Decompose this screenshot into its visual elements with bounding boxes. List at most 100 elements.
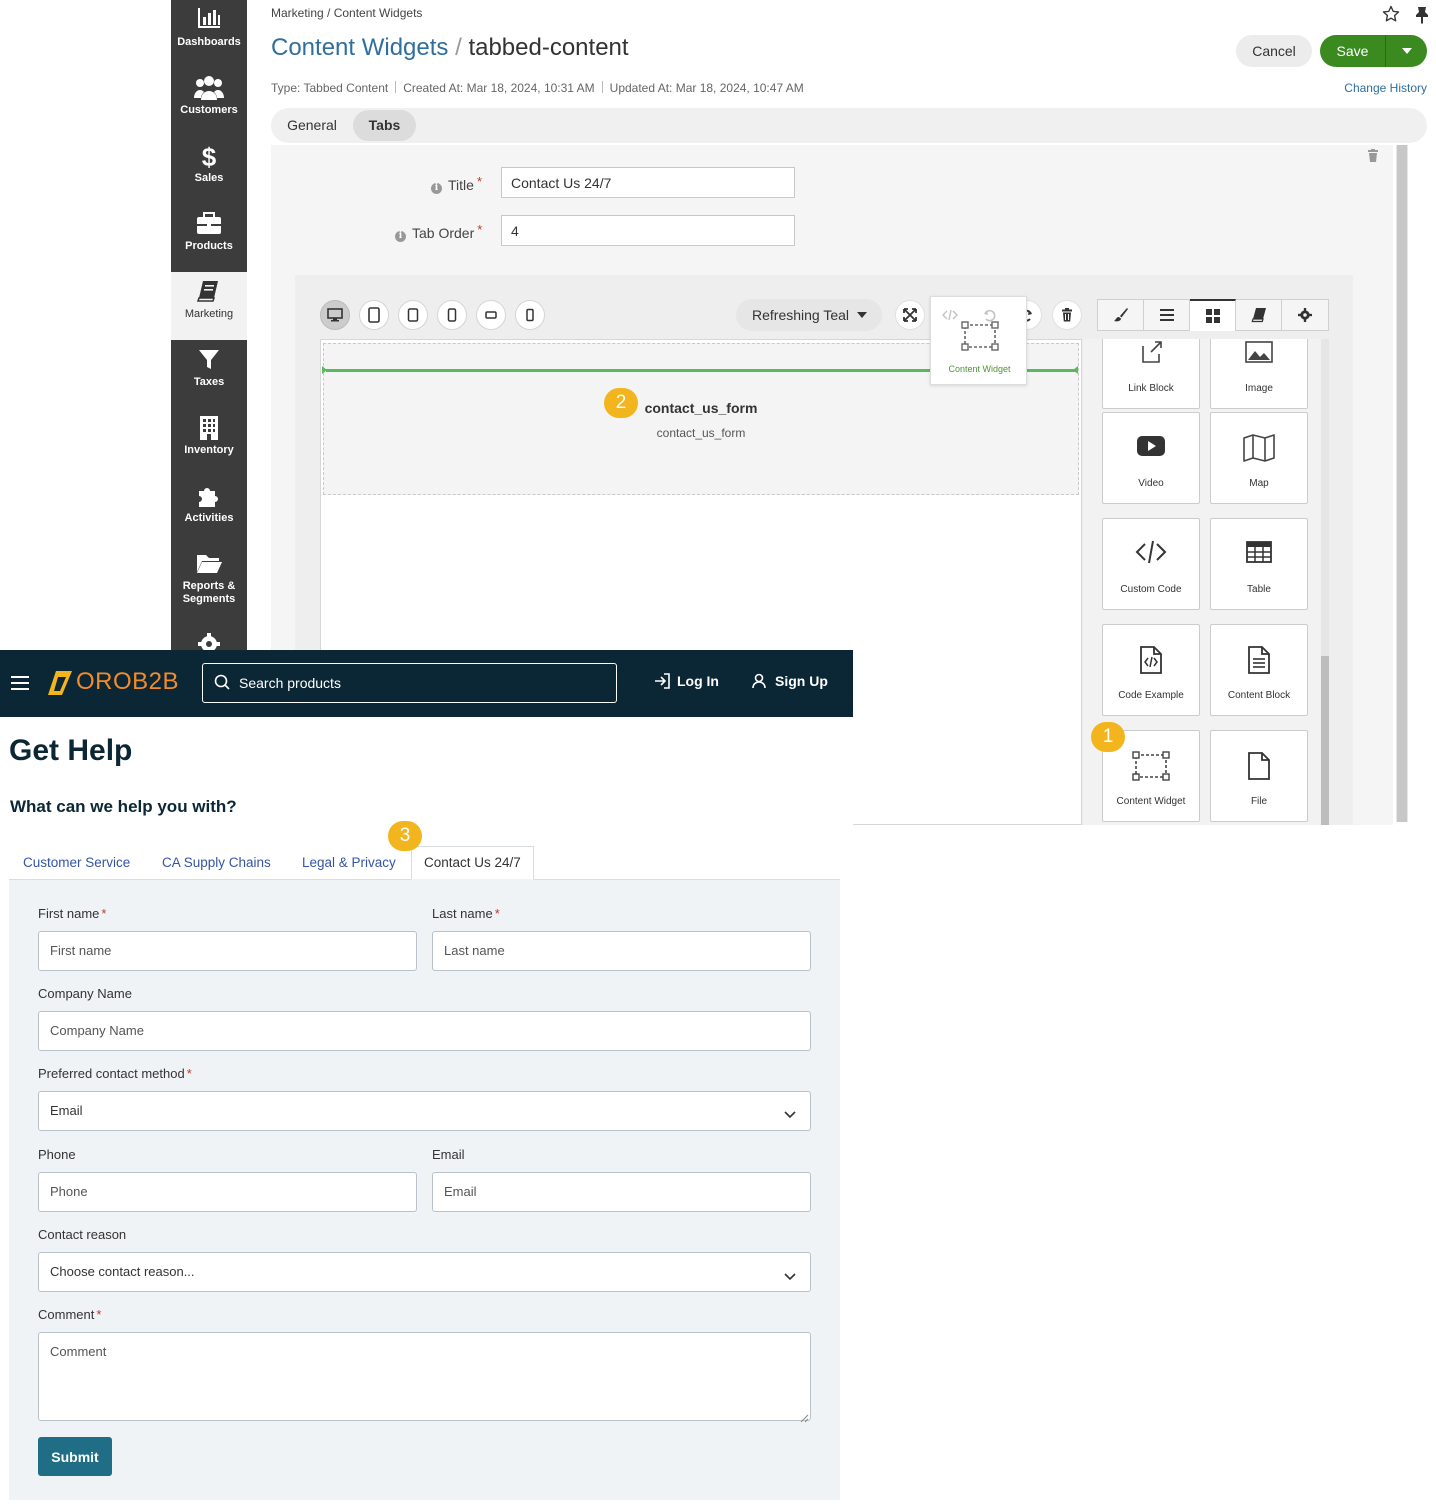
last-name-input[interactable]: Last name [432, 931, 811, 971]
sidebar-item-dashboards[interactable]: Dashboards [171, 0, 247, 68]
brush-icon [1113, 308, 1128, 322]
block-video[interactable]: Video [1102, 412, 1200, 504]
sidebar-item-sales[interactable]: $ Sales [171, 136, 247, 204]
fullscreen-button[interactable] [895, 300, 925, 330]
caret-down-icon [857, 312, 867, 318]
contact-method-select[interactable]: Email [38, 1091, 811, 1131]
info-icon[interactable]: i [395, 231, 406, 242]
content-widget-subtitle: contact_us_form [656, 426, 746, 440]
settings-list-tab[interactable] [1144, 299, 1190, 331]
code-icon [942, 309, 958, 321]
sidebar-item-label: Segments [182, 593, 236, 605]
block-code-example[interactable]: Code Example [1102, 624, 1200, 716]
gear-icon [171, 632, 247, 650]
page-subheading: What can we help you with? [10, 797, 237, 816]
device-tablet-button[interactable] [398, 300, 428, 330]
sidebar-item-reports[interactable]: Reports & Segments [171, 544, 247, 624]
trait-settings-tab[interactable] [1282, 299, 1328, 331]
remove-tab-trash-icon[interactable] [1367, 149, 1379, 167]
book-icon [1251, 308, 1266, 323]
tablet-icon [407, 308, 419, 322]
submit-button[interactable]: Submit [38, 1437, 112, 1476]
folder-icon [171, 550, 247, 580]
phone-input[interactable]: Phone [38, 1172, 417, 1212]
sidebar-item-activities[interactable]: Activities [171, 476, 247, 544]
device-desktop-button[interactable] [320, 300, 350, 330]
sidebar-item-label: Dashboards [177, 36, 241, 48]
cancel-button[interactable]: Cancel [1236, 35, 1312, 67]
contact-reason-select[interactable]: Choose contact reason... [38, 1252, 811, 1292]
admin-sidebar: Dashboards Customers $ Sales Products Ma… [171, 0, 247, 650]
block-file[interactable]: File [1210, 730, 1308, 822]
device-tablet-landscape-button[interactable] [359, 300, 389, 330]
meta-updated: Updated At: Mar 18, 2024, 10:47 AM [609, 81, 804, 95]
building-icon [171, 414, 247, 444]
meta-type: Type: Tabbed Content [271, 81, 389, 95]
list-icon [1159, 309, 1174, 321]
clear-canvas-button[interactable] [1052, 300, 1082, 330]
sidebar-item-label: Customers [180, 104, 238, 116]
tab-contact-us[interactable]: Contact Us 24/7 [411, 846, 534, 880]
sidebar-item-label: Taxes [193, 376, 225, 388]
page-scrollbar-thumb[interactable] [1397, 145, 1407, 822]
puzzle-icon [171, 482, 247, 512]
email-input[interactable]: Email [432, 1172, 811, 1212]
sidebar-item-inventory[interactable]: Inventory [171, 408, 247, 476]
blocks-scrollbar-thumb[interactable] [1321, 656, 1329, 825]
page-title-link[interactable]: Content Widgets [271, 34, 448, 61]
layer-manager-tab[interactable] [1236, 299, 1282, 331]
hamburger-menu-icon[interactable] [11, 676, 29, 678]
sidebar-item-marketing[interactable]: Marketing [171, 272, 247, 340]
table-icon [1211, 539, 1307, 570]
comment-textarea[interactable]: Comment [38, 1332, 811, 1421]
gear-icon [1298, 308, 1312, 322]
block-custom-code[interactable]: Custom Code [1102, 518, 1200, 610]
tab-ca-supply-chains[interactable]: CA Supply Chains [162, 847, 271, 879]
page-tabbar [271, 108, 1427, 143]
block-link-block[interactable]: Link Block [1102, 339, 1200, 409]
title-input[interactable] [501, 167, 795, 198]
pin-icon[interactable] [1415, 6, 1429, 29]
title-label: i Title * [431, 174, 482, 194]
sidebar-item-system[interactable] [171, 624, 247, 650]
drop-placeholder-arrow-right [1073, 366, 1078, 374]
search-input[interactable]: Search products [202, 663, 617, 703]
page-title: Content Widgets / tabbed-content [271, 34, 629, 62]
change-history-link[interactable]: Change History [1300, 81, 1427, 95]
block-table[interactable]: Table [1210, 518, 1308, 610]
tab-customer-service[interactable]: Customer Service [23, 847, 130, 879]
info-icon[interactable]: i [431, 183, 442, 194]
first-name-input[interactable]: First name [38, 931, 417, 971]
save-dropdown-button[interactable] [1385, 35, 1427, 67]
block-content-block[interactable]: Content Block [1210, 624, 1308, 716]
sidebar-item-taxes[interactable]: Taxes [171, 340, 247, 408]
signup-link[interactable]: Sign Up [751, 673, 828, 689]
orob2b-logo-icon[interactable] [46, 669, 74, 702]
storefront-logo-text[interactable]: OROB2B [76, 668, 179, 696]
tab-order-input[interactable] [501, 215, 795, 246]
tab-general[interactable]: General [273, 110, 351, 141]
device-mobile-landscape-button[interactable] [437, 300, 467, 330]
callout-badge-2: 2 [604, 388, 638, 418]
resize-handle-icon[interactable] [800, 1410, 809, 1428]
phone-label: Phone [38, 1147, 76, 1162]
sidebar-item-customers[interactable]: Customers [171, 68, 247, 136]
last-name-label: Last name * [432, 906, 500, 921]
login-link[interactable]: Log In [654, 673, 719, 689]
block-map[interactable]: Map [1210, 412, 1308, 504]
sidebar-item-products[interactable]: Products [171, 204, 247, 272]
content-widget-icon [961, 321, 999, 351]
drop-placeholder-arrow-left [322, 366, 327, 374]
device-mobile-rotated-button[interactable] [476, 300, 506, 330]
contact-reason-label: Contact reason [38, 1227, 127, 1242]
save-button[interactable]: Save [1320, 35, 1385, 67]
block-image[interactable]: Image [1210, 339, 1308, 409]
star-icon[interactable] [1382, 5, 1400, 28]
tab-tabs[interactable]: Tabs [353, 110, 416, 141]
device-mobile-button[interactable] [515, 300, 545, 330]
tab-legal-privacy[interactable]: Legal & Privacy [302, 847, 396, 879]
style-manager-tab[interactable] [1098, 299, 1144, 331]
blocks-tab[interactable] [1190, 299, 1236, 331]
breadcrumb[interactable]: Marketing / Content Widgets [271, 6, 422, 20]
company-name-input[interactable]: Company Name [38, 1011, 811, 1051]
